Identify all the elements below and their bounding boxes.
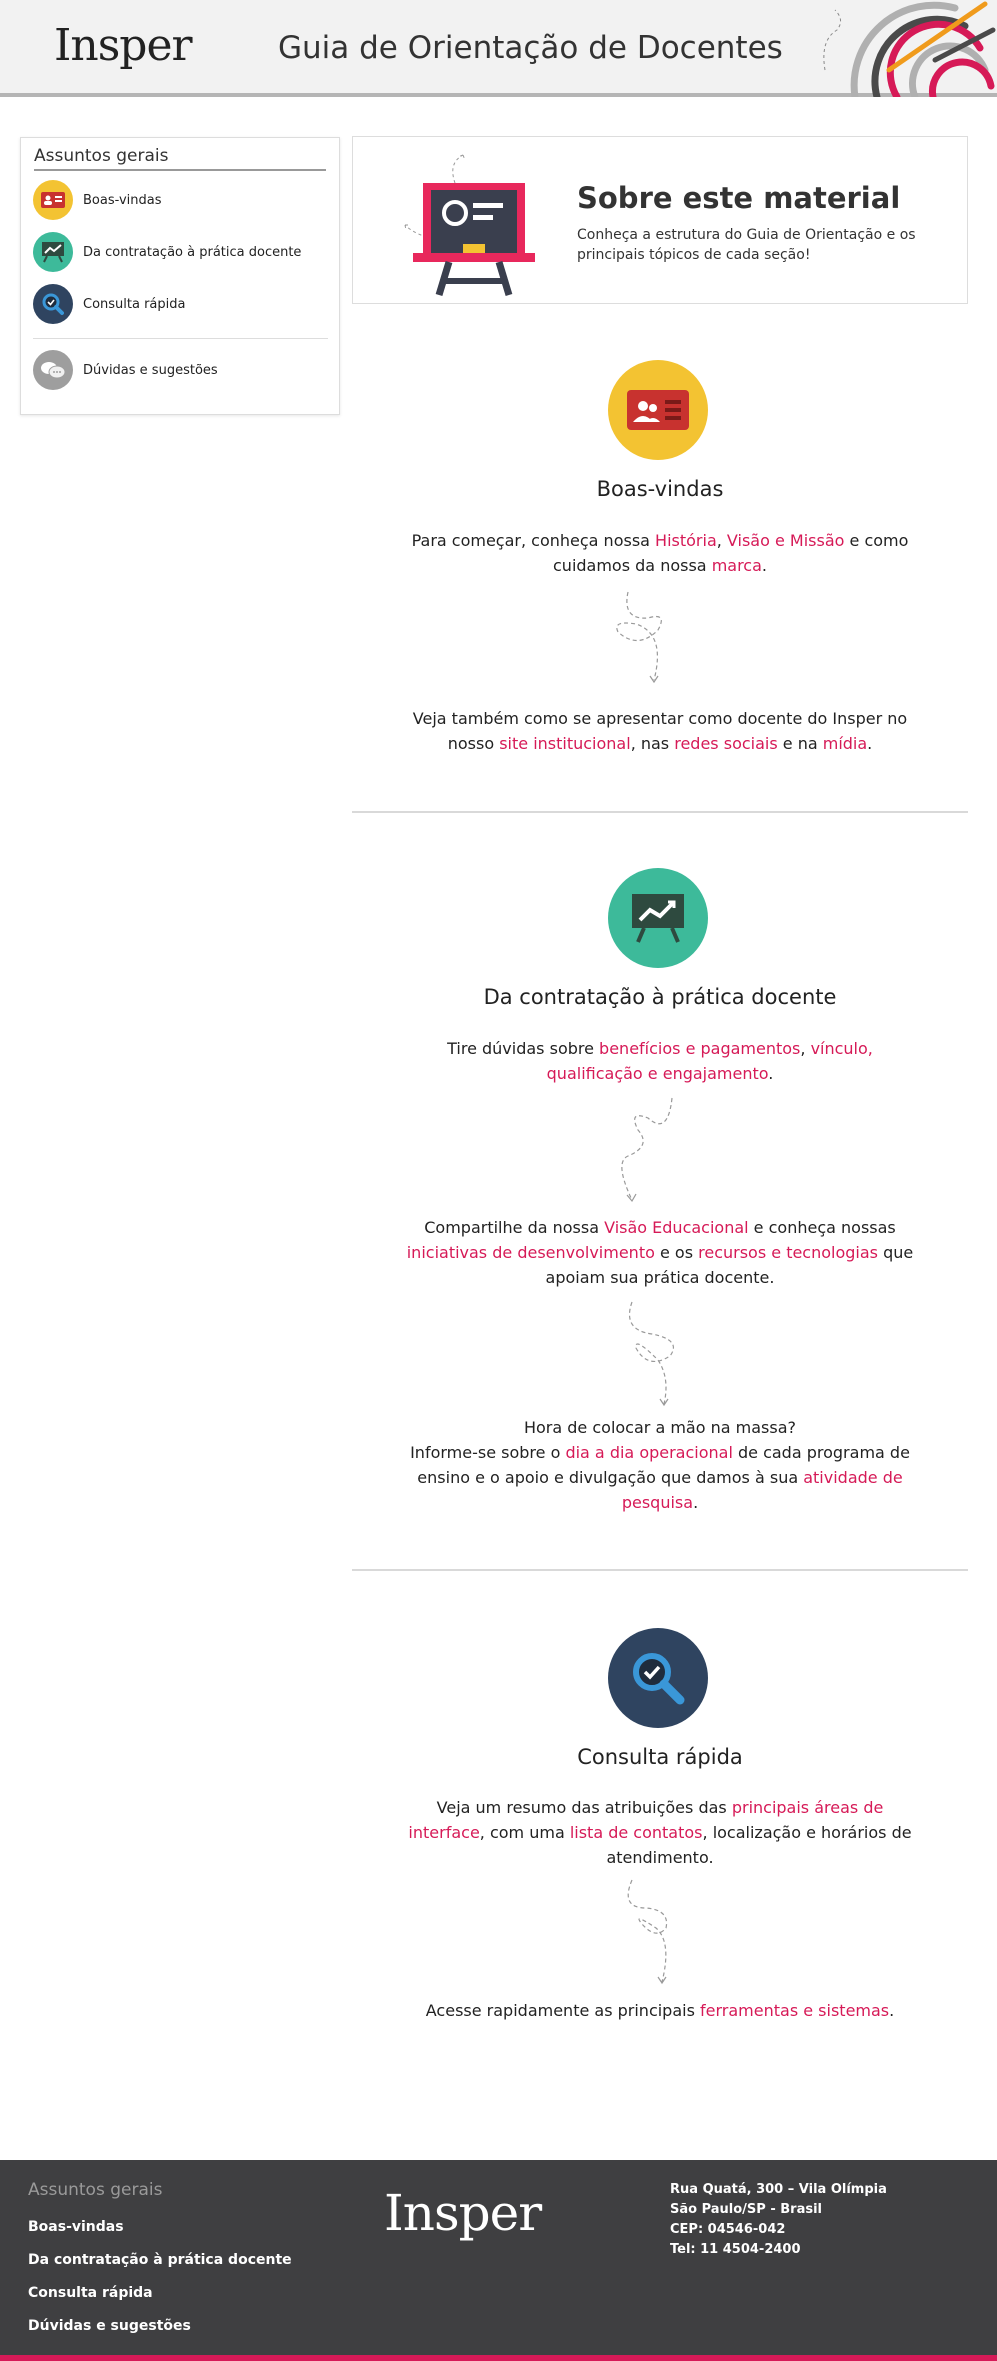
link-lista-contatos[interactable]: lista de contatos [570, 1823, 703, 1842]
sidebar-item-duvidas[interactable]: Dúvidas e sugestões [33, 350, 218, 390]
link-historia[interactable]: História [655, 531, 717, 550]
link-iniciativas[interactable]: iniciativas de desenvolvimento [407, 1243, 655, 1262]
section-paragraph: Hora de colocar a mão na massa? Informe-… [410, 1418, 910, 1512]
sidebar-item-contratacao[interactable]: Da contratação à prática docente [33, 232, 301, 272]
page-footer: Assuntos gerais Boas-vindas Da contrataç… [0, 2160, 997, 2361]
section-title: Da contratação à prática docente [483, 985, 837, 1009]
link-visao-missao[interactable]: Visão e Missão [727, 531, 845, 550]
footer-link-contratacao[interactable]: Da contratação à prática docente [28, 2252, 292, 2268]
chat-bubbles-icon [33, 350, 73, 390]
blackboard-icon [404, 154, 535, 297]
sidebar-item-label: Boas-vindas [83, 192, 162, 208]
sidebar: Assuntos gerais Boas-vindas Da contrataç… [20, 137, 340, 415]
link-qualificacao[interactable]: qualificação e engajamento [547, 1064, 769, 1083]
footer-address-line: São Paulo/SP - Brasil [670, 2202, 823, 2217]
about-description: Conheça a estrutura do Guia de Orientaçã… [577, 227, 916, 263]
sidebar-item-consulta[interactable]: Consulta rápida [33, 284, 185, 324]
section-paragraph: Acesse rapidamente as principais ferrame… [425, 2001, 895, 2020]
decorative-arcs-icon [823, 1, 996, 97]
page-title: Guia de Orientação de Docentes [278, 30, 783, 66]
about-title: Sobre este material [577, 181, 901, 215]
id-card-icon [608, 360, 708, 460]
magnifier-icon [608, 1628, 708, 1728]
section-divider [352, 811, 968, 813]
link-site-institucional[interactable]: site institucional [499, 734, 630, 753]
section-paragraph: Compartilhe da nossa Visão Educacional e… [406, 1218, 914, 1287]
dashed-arrow-icon [621, 1097, 673, 1203]
section-title: Boas-vindas [596, 477, 724, 501]
dashed-arrow-icon [616, 591, 662, 684]
footer-address-line: CEP: 04546-042 [670, 2222, 786, 2237]
sidebar-divider [33, 338, 328, 339]
link-midia[interactable]: mídia [823, 734, 867, 753]
dashed-arrow-icon [627, 1879, 668, 1985]
section-paragraph: Tire dúvidas sobre benefícios e pagament… [447, 1039, 873, 1083]
link-recursos[interactable]: recursos e tecnologias [698, 1243, 878, 1262]
link-redes-sociais[interactable]: redes sociais [674, 734, 777, 753]
sidebar-item-label: Consulta rápida [83, 296, 186, 312]
dashed-arrow-icon [628, 1301, 674, 1407]
link-marca[interactable]: marca [712, 556, 762, 575]
footer-title: Assuntos gerais [28, 2180, 163, 2200]
footer-logo[interactable]: Insper [384, 2184, 542, 2242]
section-paragraph: Para começar, conheça nossa História, Vi… [411, 531, 909, 575]
link-visao-educacional[interactable]: Visão Educacional [604, 1218, 748, 1237]
footer-link-consulta[interactable]: Consulta rápida [28, 2285, 153, 2301]
section-paragraph: Veja um resumo das atribuições das princ… [408, 1798, 912, 1867]
sidebar-item-label: Dúvidas e sugestões [83, 362, 218, 378]
section-paragraph: Veja também como se apresentar como doce… [412, 709, 908, 753]
footer-phone: Tel: 11 4504-2400 [670, 2242, 801, 2257]
about-card: Sobre este material Conheça a estrutura … [352, 136, 968, 304]
section-divider [352, 1569, 968, 1571]
section-title: Consulta rápida [577, 1745, 743, 1769]
id-card-icon [33, 180, 73, 220]
presentation-chart-icon [33, 232, 73, 272]
sidebar-item-label: Da contratação à prática docente [83, 244, 302, 260]
sidebar-item-boas-vindas[interactable]: Boas-vindas [33, 180, 162, 220]
page-header: Insper Guia de Orientação de Docentes [0, 0, 997, 97]
link-beneficios[interactable]: benefícios e pagamentos [599, 1039, 800, 1058]
link-ferramentas[interactable]: ferramentas e sistemas [700, 2001, 889, 2020]
presentation-chart-icon [608, 868, 708, 968]
insper-logo[interactable]: Insper [54, 20, 193, 71]
magnifier-icon [33, 284, 73, 324]
footer-address-line: Rua Quatá, 300 – Vila Olímpia [670, 2182, 887, 2197]
link-dia-a-dia[interactable]: dia a dia operacional [565, 1443, 732, 1462]
footer-link-boas-vindas[interactable]: Boas-vindas [28, 2219, 124, 2235]
footer-link-duvidas[interactable]: Dúvidas e sugestões [28, 2318, 191, 2334]
link-vinculo[interactable]: vínculo, [811, 1039, 873, 1058]
sidebar-title: Assuntos gerais [34, 146, 326, 171]
